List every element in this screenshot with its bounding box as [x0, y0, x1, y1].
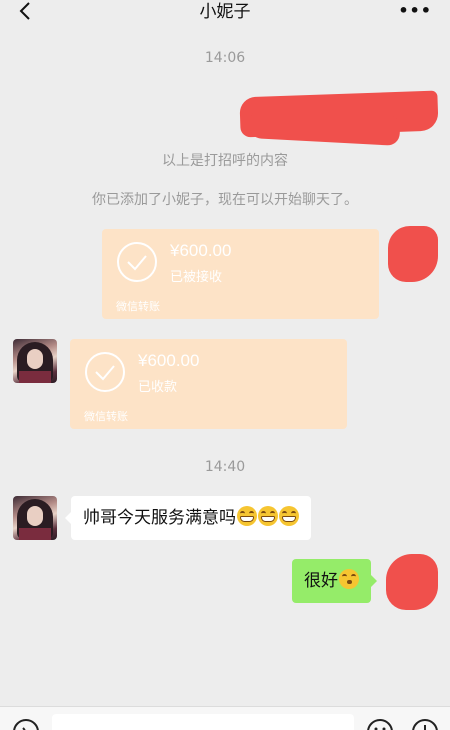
avatar[interactable] [13, 339, 57, 383]
transfer-amount: ¥600.00 [170, 241, 232, 260]
add-more-button[interactable] [412, 719, 438, 730]
chat-screen: 小妮子 ••• 14:06 以上是打招呼的内容 你已添加了小妮子，现在可以开始聊… [0, 0, 450, 730]
outgoing-message-bubble[interactable]: 很好 [292, 559, 377, 603]
more-options-button[interactable]: ••• [398, 0, 432, 22]
chat-header: 小妮子 ••• [0, 0, 450, 24]
redacted-message-overlay [249, 108, 401, 146]
grinning-emoji-icon [258, 506, 278, 526]
transfer-status: 已被接收 [170, 270, 223, 285]
redacted-avatar [386, 554, 438, 610]
transfer-label: 微信转账 [116, 300, 160, 313]
transfer-card-received[interactable]: ¥600.00 已收款 微信转账 [70, 339, 347, 429]
input-bar [0, 706, 450, 730]
kissing-emoji-icon [339, 569, 359, 589]
voice-input-button[interactable] [13, 719, 39, 730]
smiley-icon [374, 727, 386, 730]
check-circle-icon [85, 352, 125, 392]
timestamp: 14:06 [204, 50, 246, 66]
timestamp: 14:40 [204, 459, 246, 475]
grinning-emoji-icon [237, 506, 257, 526]
message-input[interactable] [52, 714, 354, 730]
transfer-label: 微信转账 [84, 410, 128, 423]
grinning-emoji-icon [279, 506, 299, 526]
message-text: 很好 [304, 571, 338, 591]
message-text: 帅哥今天服务满意吗 [83, 508, 236, 528]
plus-icon [424, 725, 426, 730]
system-message-greeting: 以上是打招呼的内容 [162, 153, 288, 169]
check-circle-icon [117, 242, 157, 282]
transfer-status: 已收款 [138, 380, 178, 395]
transfer-amount: ¥600.00 [138, 351, 200, 370]
voice-icon [22, 727, 26, 730]
redacted-avatar [388, 226, 438, 282]
transfer-card-sent[interactable]: ¥600.00 已被接收 微信转账 [102, 229, 379, 319]
emoji-button[interactable] [367, 719, 393, 730]
avatar[interactable] [13, 496, 57, 540]
chat-title: 小妮子 [199, 2, 251, 22]
incoming-message-bubble[interactable]: 帅哥今天服务满意吗 [65, 496, 311, 540]
system-message-added: 你已添加了小妮子，现在可以开始聊天了。 [92, 192, 358, 208]
